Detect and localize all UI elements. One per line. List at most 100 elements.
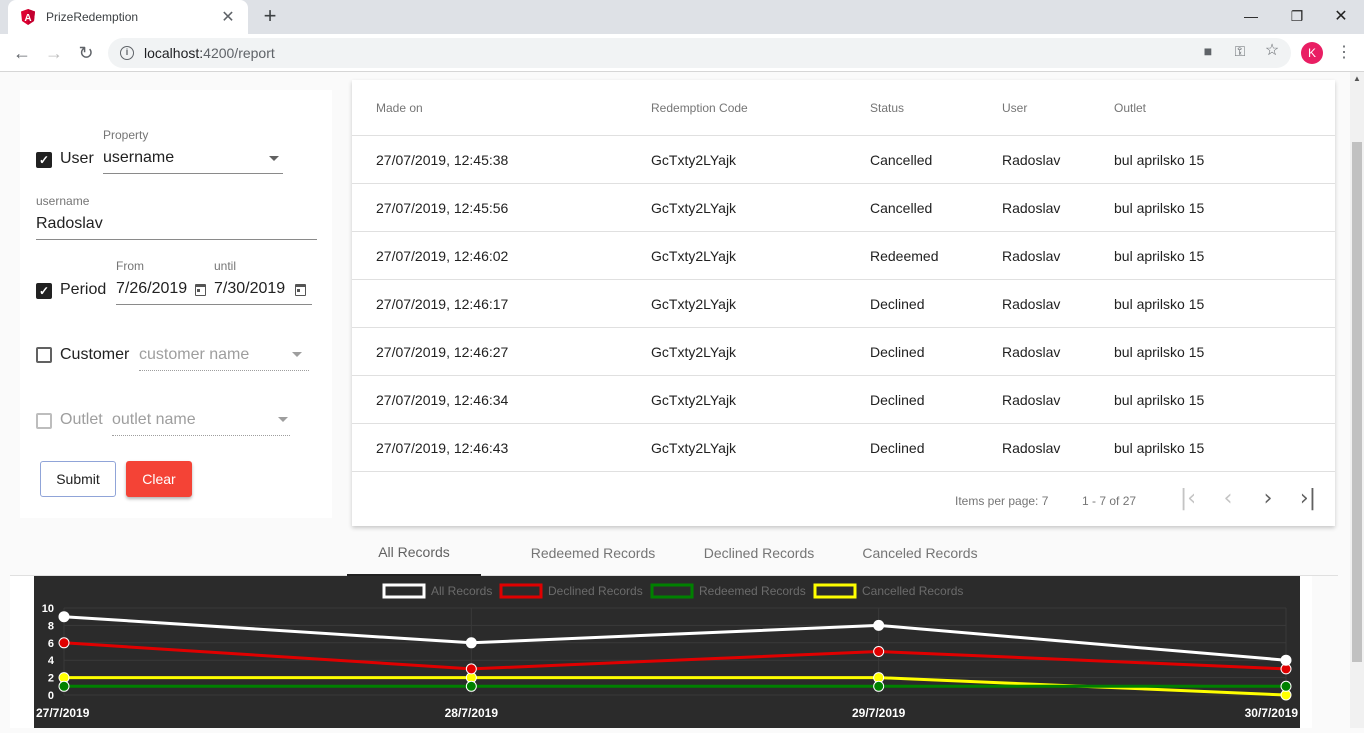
menu-icon[interactable]: ⋮ xyxy=(1336,42,1352,64)
data-point xyxy=(465,680,477,692)
previous-page-icon[interactable]: ‹ xyxy=(1214,486,1242,514)
camera-icon[interactable]: ■ xyxy=(1199,42,1217,60)
key-icon[interactable]: ⚿ xyxy=(1231,42,1249,60)
table-row[interactable]: 27/07/2019, 12:45:56 GcTxty2LYajk Cancel… xyxy=(352,184,1335,232)
customer-select[interactable]: customer name xyxy=(139,346,249,364)
cell-made-on: 27/07/2019, 12:45:56 xyxy=(376,199,509,216)
data-point xyxy=(873,619,885,631)
profile-avatar[interactable]: K xyxy=(1301,42,1323,64)
tab-declined-records[interactable]: Declined Records xyxy=(694,530,824,576)
user-checkbox[interactable]: ✓ xyxy=(36,152,52,168)
url-host: localhost: xyxy=(144,45,204,61)
paginator: Items per page: 7 1 - 7 of 27 |‹ ‹ › ›| xyxy=(352,472,1335,528)
y-tick-label: 10 xyxy=(42,603,54,615)
page-content: ✓ User Property username username Radosl… xyxy=(0,72,1350,728)
y-tick-label: 0 xyxy=(48,690,54,702)
cell-status: Redeemed xyxy=(870,247,939,264)
back-icon[interactable]: ← xyxy=(10,41,34,65)
calendar-icon[interactable] xyxy=(195,284,206,296)
cell-made-on: 27/07/2019, 12:46:17 xyxy=(376,295,509,312)
first-page-icon[interactable]: |‹ xyxy=(1174,486,1202,514)
cell-outlet: bul aprilsko 15 xyxy=(1114,439,1205,456)
cell-user: Radoslav xyxy=(1002,343,1061,360)
column-header-redemption-code: Redemption Code xyxy=(651,100,748,115)
chevron-down-icon[interactable] xyxy=(278,417,288,422)
data-point xyxy=(58,637,70,649)
customer-checkbox[interactable] xyxy=(36,347,52,363)
property-underline xyxy=(103,173,283,174)
page-scrollbar[interactable]: ▲ xyxy=(1350,72,1364,728)
legend-swatch xyxy=(650,583,694,599)
legend-label: All Records xyxy=(431,584,492,598)
until-date-input[interactable]: 7/30/2019 xyxy=(214,280,285,298)
outlet-checkbox[interactable] xyxy=(36,413,52,429)
username-underline xyxy=(36,239,317,240)
filter-card: ✓ User Property username username Radosl… xyxy=(20,90,332,518)
cell-user: Radoslav xyxy=(1002,199,1061,216)
calendar-icon[interactable] xyxy=(295,284,306,296)
restore-icon[interactable]: ❐ xyxy=(1274,0,1320,32)
outlet-select[interactable]: outlet name xyxy=(112,411,196,429)
data-point xyxy=(873,680,885,692)
clear-button[interactable]: Clear xyxy=(126,461,192,497)
address-bar[interactable]: i localhost: 4200/report xyxy=(108,38,1291,68)
cell-made-on: 27/07/2019, 12:45:38 xyxy=(376,151,509,168)
from-date-input[interactable]: 7/26/2019 xyxy=(116,280,187,298)
close-tab-icon[interactable]: ✕ xyxy=(220,7,236,27)
new-tab-icon[interactable]: + xyxy=(258,5,282,29)
legend-label: Redeemed Records xyxy=(699,584,806,598)
scrollbar-thumb[interactable] xyxy=(1352,142,1362,662)
chevron-down-icon[interactable] xyxy=(269,156,279,161)
cell-redemption-code: GcTxty2LYajk xyxy=(651,343,737,360)
table-row[interactable]: 27/07/2019, 12:45:38 GcTxty2LYajk Cancel… xyxy=(352,136,1335,184)
cell-user: Radoslav xyxy=(1002,439,1061,456)
property-label: Property xyxy=(103,128,149,142)
tab-canceled-records[interactable]: Canceled Records xyxy=(852,530,988,576)
data-point xyxy=(58,611,70,623)
x-tick-label: 28/7/2019 xyxy=(445,706,499,720)
table-row[interactable]: 27/07/2019, 12:46:17 GcTxty2LYajk Declin… xyxy=(352,280,1335,328)
tab-all-records[interactable]: All Records xyxy=(347,530,481,576)
angular-logo-icon: A xyxy=(21,9,35,25)
info-icon[interactable]: i xyxy=(120,46,134,60)
browser-tab[interactable]: A PrizeRedemption ✕ xyxy=(8,0,248,34)
minimize-icon[interactable]: — xyxy=(1228,0,1274,32)
cell-outlet: bul aprilsko 15 xyxy=(1114,295,1205,312)
page-range-label: 1 - 7 of 27 xyxy=(1082,494,1137,508)
submit-button[interactable]: Submit xyxy=(40,461,116,497)
forward-icon[interactable]: → xyxy=(42,41,66,65)
cell-outlet: bul aprilsko 15 xyxy=(1114,247,1205,264)
next-page-icon[interactable]: › xyxy=(1254,486,1282,514)
star-icon[interactable]: ☆ xyxy=(1263,42,1281,60)
user-label: User xyxy=(60,150,94,167)
outlet-label: Outlet xyxy=(60,411,103,428)
table-header-row: Made on Redemption Code Status User Outl… xyxy=(352,80,1335,136)
cell-outlet: bul aprilsko 15 xyxy=(1114,391,1205,408)
chevron-down-icon[interactable] xyxy=(292,352,302,357)
table-row[interactable]: 27/07/2019, 12:46:27 GcTxty2LYajk Declin… xyxy=(352,328,1335,376)
browser-tab-title: PrizeRedemption xyxy=(46,10,139,24)
tab-redeemed-records[interactable]: Redeemed Records xyxy=(520,530,666,576)
table-row[interactable]: 27/07/2019, 12:46:43 GcTxty2LYajk Declin… xyxy=(352,424,1335,472)
data-point xyxy=(1280,654,1292,666)
scroll-up-icon[interactable]: ▲ xyxy=(1353,74,1361,83)
column-header-status: Status xyxy=(870,100,905,115)
cell-redemption-code: GcTxty2LYajk xyxy=(651,151,737,168)
browser-tabstrip: A PrizeRedemption ✕ + — ❐ ✕ xyxy=(0,0,1364,34)
last-page-icon[interactable]: ›| xyxy=(1294,486,1322,514)
table-row[interactable]: 27/07/2019, 12:46:02 GcTxty2LYajk Redeem… xyxy=(352,232,1335,280)
legend-swatch xyxy=(499,583,543,599)
line-chart: 10 8 6 4 2 0 All Records Declined Records Redeem… xyxy=(36,583,1299,720)
username-input[interactable]: Radoslav xyxy=(36,215,103,233)
close-window-icon[interactable]: ✕ xyxy=(1318,0,1364,32)
cell-redemption-code: GcTxty2LYajk xyxy=(651,199,737,216)
browser-toolbar: ← → ↻ i localhost: 4200/report ■ ⚿ ☆ K ⋮ xyxy=(0,34,1364,72)
period-checkbox[interactable]: ✓ xyxy=(36,283,52,299)
reload-icon[interactable]: ↻ xyxy=(74,41,98,65)
svg-text:A: A xyxy=(24,13,31,24)
property-select[interactable]: username xyxy=(103,149,174,167)
period-underline xyxy=(116,304,312,305)
data-point xyxy=(465,637,477,649)
x-tick-label: 30/7/2019 xyxy=(1245,706,1299,720)
table-row[interactable]: 27/07/2019, 12:46:34 GcTxty2LYajk Declin… xyxy=(352,376,1335,424)
